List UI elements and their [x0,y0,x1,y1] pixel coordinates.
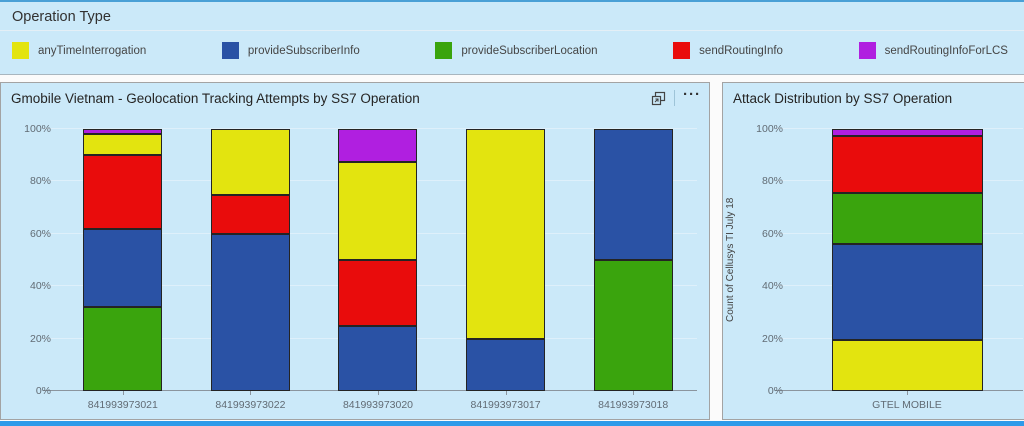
stacked-bar[interactable] [832,129,983,391]
stacked-bar[interactable] [211,129,290,391]
bar-segment-provideSubscriberInfo[interactable] [211,234,290,391]
x-tick-mark [123,391,124,395]
bar-column-841993973018: 841993973018 [569,129,697,391]
x-tick-mark [506,391,507,395]
y-tick-label: 60% [762,228,783,240]
bar-segment-provideSubscriberLocation[interactable] [594,260,673,391]
bar-area: GTEL MOBILE [791,129,1023,391]
bar-segment-provideSubscriberInfo[interactable] [466,339,545,391]
bar-segment-anyTimeInterrogation[interactable] [466,129,545,339]
bar-column-841993973017: 841993973017 [442,129,570,391]
legend-swatch [12,42,29,59]
x-category-label: 841993973020 [343,399,413,411]
bar-column-841993973020: 841993973020 [314,129,442,391]
y-tick-label: 20% [30,333,51,345]
bar-segment-anyTimeInterrogation[interactable] [832,340,983,391]
bar-segment-provideSubscriberLocation[interactable] [83,307,162,391]
x-category-label: 841993973017 [471,399,541,411]
bar-segment-sendRoutingInfo[interactable] [83,155,162,228]
chart-header: Gmobile Vietnam - Geolocation Tracking A… [1,83,709,113]
legend-panel: Operation Type anyTimeInterrogation provi… [0,0,1024,75]
bar-segment-provideSubscriberInfo[interactable] [83,229,162,308]
y-tick-label: 40% [30,280,51,292]
bar-segment-sendRoutingInfo[interactable] [211,195,290,234]
chart-panel-attack-distribution: Attack Distribution by SS7 Operation Cou… [722,82,1024,420]
y-tick-label: 80% [762,175,783,187]
legend-swatch [859,42,876,59]
legend-item-label: sendRoutingInfoForLCS [885,45,1008,57]
legend-item-sendRoutingInfoForLCS[interactable]: sendRoutingInfoForLCS [859,42,1008,59]
bar-segment-provideSubscriberInfo[interactable] [594,129,673,260]
chart-actions: ··· [651,90,701,106]
bar-segment-provideSubscriberLocation[interactable] [832,193,983,244]
stacked-bar-plot: 0%20%40%60%80%100%8419939730218419939730… [59,129,697,391]
x-tick-mark [378,391,379,395]
y-tick-label: 60% [30,228,51,240]
chart-panel-geolocation: Gmobile Vietnam - Geolocation Tracking A… [0,82,710,420]
x-category-label: 841993973021 [88,399,158,411]
bar-area: 8419939730218419939730228419939730208419… [59,129,697,391]
x-category-label: 841993973022 [215,399,285,411]
legend-items: anyTimeInterrogation provideSubscriberInf… [0,31,1024,59]
legend-item-anyTimeInterrogation[interactable]: anyTimeInterrogation [12,42,146,59]
legend-title: Operation Type [0,2,1024,30]
bar-segment-anyTimeInterrogation[interactable] [338,162,417,260]
y-tick-label: 40% [762,280,783,292]
x-category-label: 841993973018 [598,399,668,411]
chart-title: Attack Distribution by SS7 Operation [733,91,1017,106]
y-tick-label: 0% [768,385,783,397]
legend-swatch [222,42,239,59]
legend-swatch [673,42,690,59]
legend-item-label: anyTimeInterrogation [38,45,146,57]
stacked-bar[interactable] [83,129,162,391]
y-axis-label: Count of Cellusys TI July 18 [725,129,736,391]
bar-segment-sendRoutingInfo[interactable] [338,260,417,326]
y-tick-label: 20% [762,333,783,345]
bar-segment-sendRoutingInfo[interactable] [832,136,983,194]
legend-item-provideSubscriberInfo[interactable]: provideSubscriberInfo [222,42,360,59]
bar-column-GTEL MOBILE: GTEL MOBILE [791,129,1023,391]
bar-segment-anyTimeInterrogation[interactable] [83,134,162,155]
y-tick-label: 100% [756,123,783,135]
stacked-bar[interactable] [466,129,545,391]
y-tick-label: 80% [30,175,51,187]
bar-segment-anyTimeInterrogation[interactable] [211,129,290,195]
stacked-bar[interactable] [594,129,673,391]
x-tick-mark [633,391,634,395]
more-options-icon[interactable]: ··· [683,90,701,106]
bar-segment-provideSubscriberInfo[interactable] [832,244,983,340]
legend-item-provideSubscriberLocation[interactable]: provideSubscriberLocation [435,42,597,59]
x-category-label: GTEL MOBILE [872,399,942,411]
bar-segment-provideSubscriberInfo[interactable] [338,326,417,392]
legend-item-label: provideSubscriberLocation [461,45,597,57]
stacked-bar[interactable] [338,129,417,391]
legend-item-label: sendRoutingInfo [699,45,783,57]
bar-column-841993973022: 841993973022 [187,129,315,391]
legend-item-label: provideSubscriberInfo [248,45,360,57]
legend-item-sendRoutingInfo[interactable]: sendRoutingInfo [673,42,783,59]
bar-column-841993973021: 841993973021 [59,129,187,391]
chart-title: Gmobile Vietnam - Geolocation Tracking A… [11,91,651,106]
focus-mode-icon[interactable] [651,91,666,106]
bar-segment-sendRoutingInfoForLCS[interactable] [338,129,417,162]
x-tick-mark [250,391,251,395]
actions-divider [674,90,675,106]
legend-swatch [435,42,452,59]
y-tick-label: 100% [24,123,51,135]
chart-header: Attack Distribution by SS7 Operation [723,83,1024,113]
bottom-accent-strip [0,421,1024,426]
x-tick-mark [907,391,908,395]
y-tick-label: 0% [36,385,51,397]
stacked-bar-plot: 0%20%40%60%80%100%GTEL MOBILE [791,129,1023,391]
